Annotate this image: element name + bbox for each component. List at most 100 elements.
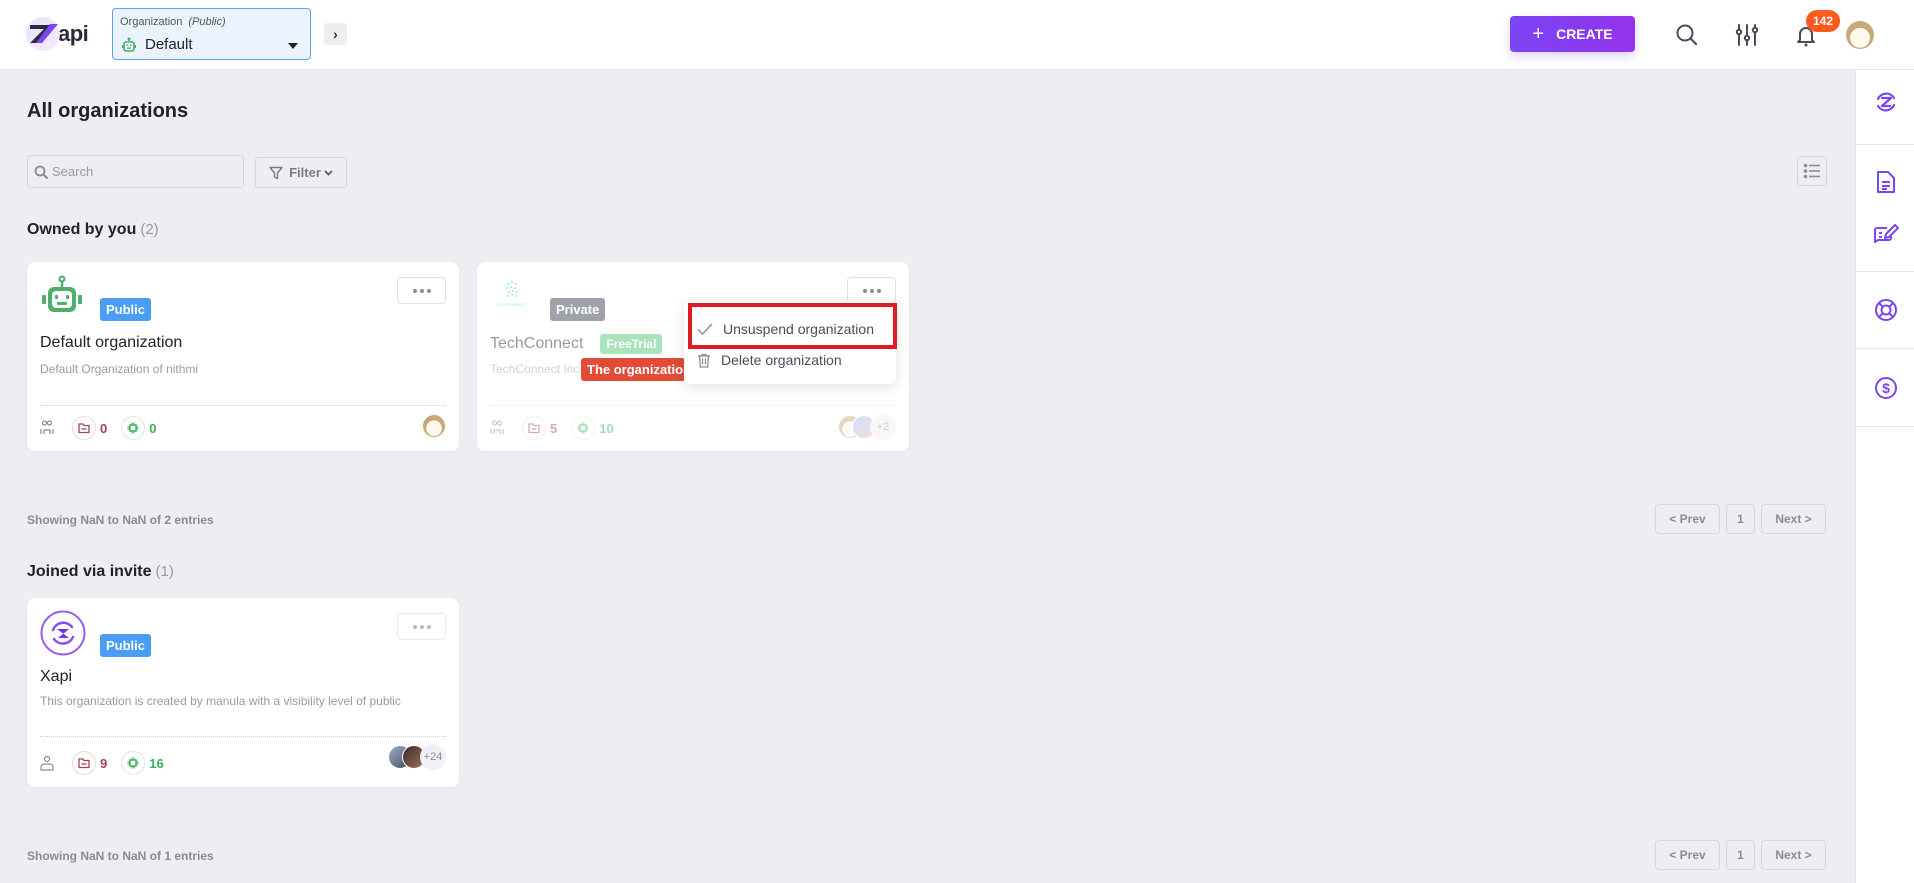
folder-count-icon (72, 751, 96, 775)
sliders-icon (1735, 24, 1759, 46)
joined-section-title: Joined via invite (1) (27, 563, 174, 581)
notification-count-badge: 142 (1806, 10, 1840, 32)
visibility-badge: Public (100, 634, 152, 657)
team-icon (490, 420, 504, 434)
right-sidebar: $ (1855, 70, 1914, 883)
dot (412, 624, 417, 629)
org-description: Default Organization of nithmi (40, 362, 199, 376)
search-icon (34, 165, 48, 179)
dot (419, 624, 424, 629)
search-button[interactable] (1672, 20, 1702, 50)
rail-billing-button[interactable]: $ (1856, 370, 1914, 406)
org-selector-label: Organization (Public) (120, 16, 226, 28)
list-icon (1803, 163, 1820, 179)
owned-count: (2) (140, 221, 159, 238)
member-avatars[interactable]: +2 (838, 414, 896, 440)
chip-count-icon (121, 416, 146, 440)
chip-count-icon (121, 751, 146, 775)
org-name[interactable]: Xapi (40, 668, 72, 686)
next-page-button[interactable]: Next > (1761, 840, 1826, 870)
page-number-button[interactable]: 1 (1726, 504, 1755, 534)
xapi-logo[interactable]: api (26, 16, 96, 52)
folder-count: 0 (100, 420, 108, 436)
more-options-button[interactable] (397, 277, 446, 304)
visibility-badge: Public (100, 298, 152, 321)
expand-chevron-button[interactable]: › (324, 23, 347, 45)
suspended-notice: The organization is suspended (581, 358, 685, 381)
chip-icon (127, 422, 139, 434)
folder-icon (78, 423, 90, 434)
member-avatars[interactable] (422, 414, 446, 438)
document-icon (1876, 171, 1895, 193)
search-icon (1676, 24, 1698, 46)
joined-pagination: < Prev 1 Next > (1655, 840, 1826, 870)
more-options-button[interactable] (847, 277, 896, 304)
create-button[interactable]: + CREATE (1510, 16, 1635, 52)
dot (876, 288, 881, 293)
rail-xapi-button[interactable] (1856, 84, 1914, 120)
techconnect-logo-icon: TECHCONNECT (490, 274, 534, 318)
org-card-default[interactable]: Public Default organization Default Orga… (27, 262, 459, 451)
xapi-circle-icon (1876, 92, 1895, 112)
filter-button[interactable]: Filter (255, 157, 347, 188)
chip-icon (127, 757, 139, 769)
visibility-badge: Private (550, 298, 606, 321)
robot-icon (122, 37, 136, 52)
owned-showing-text: Showing NaN to NaN of 2 entries (27, 513, 214, 527)
folder-count-icon (522, 416, 546, 440)
prev-page-button[interactable]: < Prev (1655, 504, 1720, 534)
chip-icon (577, 422, 589, 434)
prev-page-button[interactable]: < Prev (1655, 840, 1720, 870)
create-label: CREATE (1556, 26, 1613, 42)
team-icon (40, 420, 54, 434)
card-divider (40, 736, 446, 737)
lifebuoy-icon (1874, 299, 1897, 321)
org-card-xapi[interactable]: Public Xapi This organization is created… (27, 598, 459, 787)
page-number-button[interactable]: 1 (1726, 840, 1755, 870)
dot (419, 288, 424, 293)
svg-text:TECHCONNECT: TECHCONNECT (497, 302, 528, 307)
org-name[interactable]: TechConnect FreeTrial (490, 334, 663, 354)
dot (862, 288, 867, 293)
page-title: All organizations (27, 100, 189, 122)
card-divider (490, 405, 896, 406)
search-field[interactable] (27, 155, 244, 188)
extra-members-count: +24 (420, 744, 446, 770)
dot (412, 288, 417, 293)
next-page-button[interactable]: Next > (1761, 504, 1826, 534)
top-header: api Organization (Public) Default › + CREA… (0, 0, 1914, 70)
search-input[interactable] (52, 164, 232, 179)
dot (426, 288, 431, 293)
extra-members-count: +2 (870, 414, 896, 440)
more-options-button[interactable] (397, 613, 446, 640)
rail-document-button[interactable] (1856, 164, 1914, 200)
chip-count: 16 (149, 755, 164, 771)
trash-icon (698, 353, 710, 368)
member-avatars[interactable]: +24 (388, 744, 446, 770)
chip-count: 0 (149, 420, 157, 436)
folder-icon (528, 423, 540, 434)
owned-section-title: Owned by you (2) (27, 221, 159, 239)
dollar-circle-icon: $ (1874, 377, 1897, 399)
chip-count: 10 (599, 420, 614, 436)
folder-count-icon (72, 416, 96, 440)
chevron-down-icon (324, 169, 333, 176)
plus-icon: + (1532, 23, 1545, 45)
org-selector-value: Default (145, 36, 193, 53)
chevron-right-icon: › (333, 26, 338, 42)
menu-item-delete[interactable]: Delete organization (684, 345, 896, 375)
organization-selector[interactable]: Organization (Public) Default (112, 8, 311, 60)
settings-sliders-button[interactable] (1732, 20, 1762, 50)
rail-feedback-button[interactable] (1856, 218, 1914, 254)
dot (426, 624, 431, 629)
org-visibility: (Public) (188, 16, 226, 28)
org-name[interactable]: Default organization (40, 334, 182, 352)
dot (869, 288, 874, 293)
list-view-toggle[interactable] (1797, 156, 1827, 186)
chip-count-icon (571, 416, 596, 440)
user-avatar[interactable] (1846, 21, 1874, 49)
highlight-annotation (688, 303, 897, 349)
rail-support-button[interactable] (1856, 292, 1914, 328)
svg-text:$: $ (1882, 380, 1890, 396)
xapi-logo-icon (26, 17, 60, 51)
